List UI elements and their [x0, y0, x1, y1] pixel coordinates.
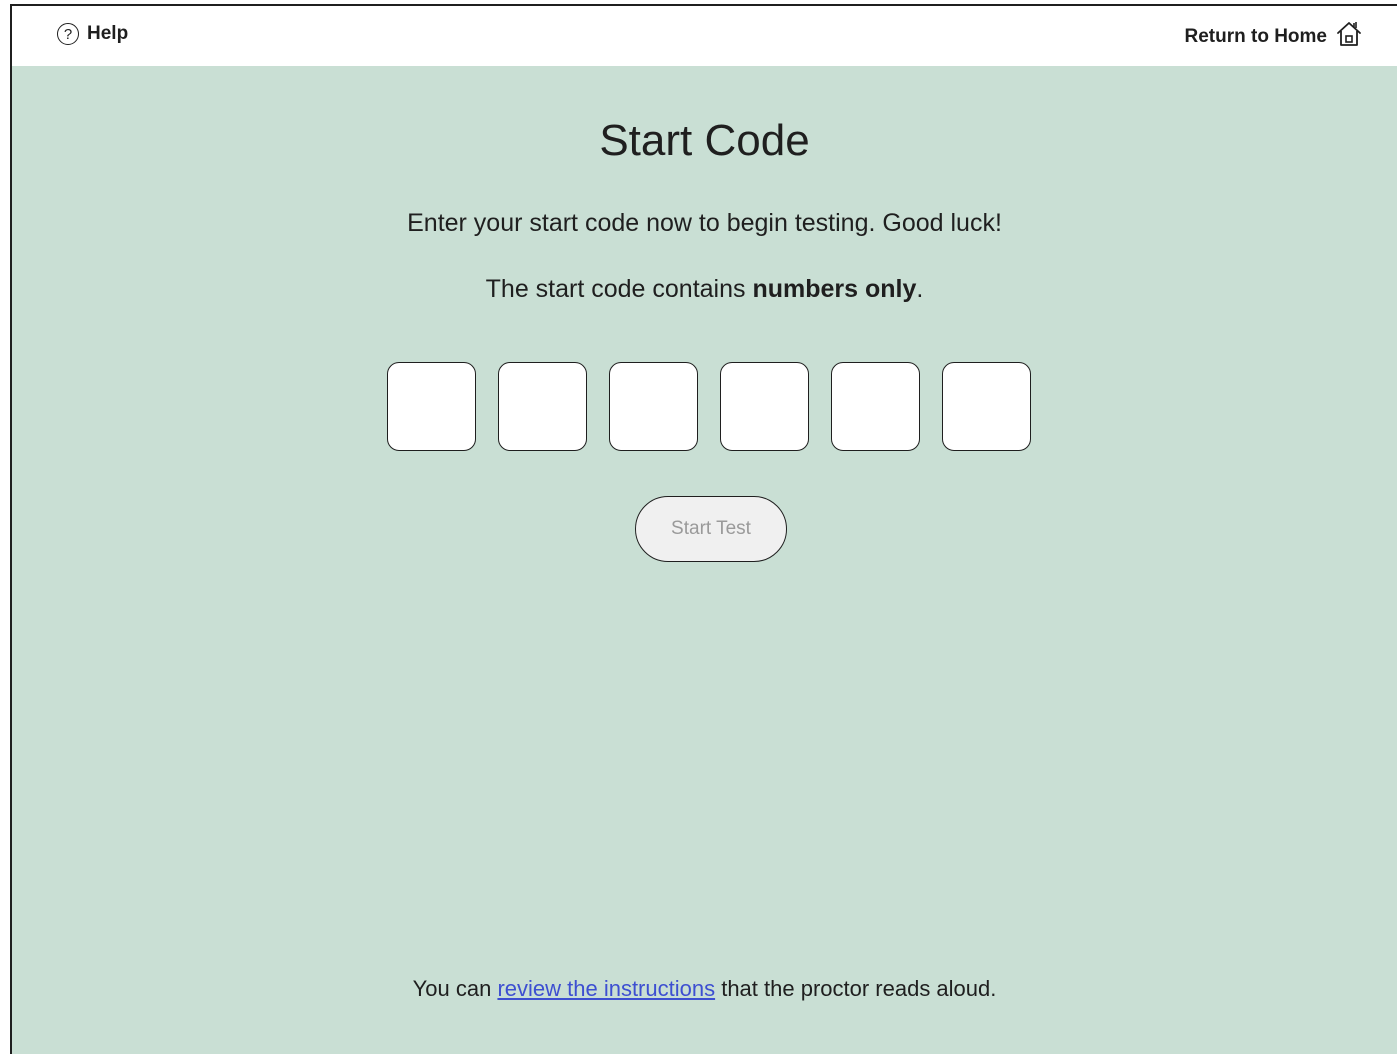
footer-text: You can review the instructions that the… — [12, 976, 1397, 1002]
instruction-text: Enter your start code now to begin testi… — [407, 209, 1002, 237]
note-prefix: The start code contains — [485, 275, 753, 303]
review-instructions-link[interactable]: review the instructions — [497, 976, 715, 1001]
code-digit-5[interactable] — [831, 362, 920, 451]
help-button[interactable]: ? Help — [57, 23, 128, 45]
return-home-label: Return to Home — [1184, 26, 1328, 47]
code-digit-2[interactable] — [498, 362, 587, 451]
note-bold: numbers only — [752, 275, 917, 303]
return-home-button[interactable]: Return to Home — [1185, 20, 1364, 54]
footer-suffix: that the proctor reads aloud. — [715, 976, 997, 1001]
numbers-only-note: The start code contains numbers only. — [12, 275, 1397, 304]
code-digit-3[interactable] — [609, 362, 698, 451]
page-title: Start Code — [599, 116, 810, 165]
app-frame: ? Help Return to Home Start Code Enter y… — [10, 4, 1397, 1054]
code-digit-6[interactable] — [942, 362, 1031, 451]
code-digit-4[interactable] — [720, 362, 809, 451]
house-icon — [1335, 20, 1363, 54]
start-test-button[interactable]: Start Test — [635, 496, 787, 562]
footer-prefix: You can — [412, 976, 498, 1001]
start-code-inputs — [387, 362, 1031, 451]
note-suffix: . — [916, 275, 924, 303]
question-circle-icon: ? — [57, 23, 79, 45]
code-digit-1[interactable] — [387, 362, 476, 451]
top-bar: ? Help Return to Home — [12, 6, 1397, 66]
help-label: Help — [87, 23, 129, 44]
